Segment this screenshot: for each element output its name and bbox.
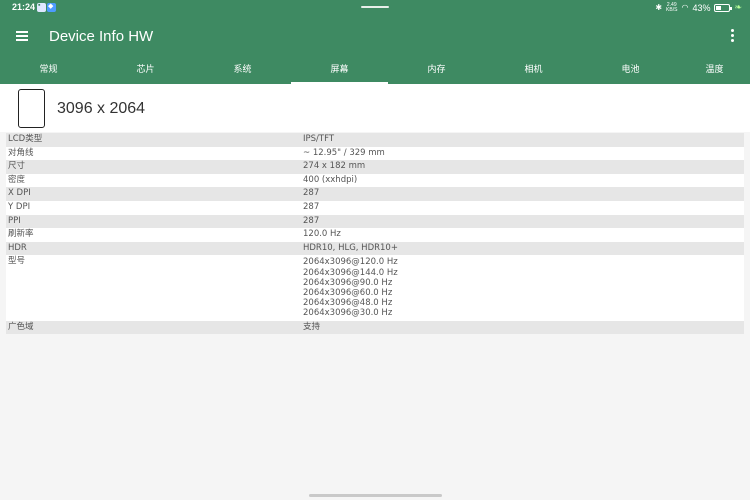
- table-row: HDR HDR10, HLG, HDR10+: [6, 241, 744, 256]
- row-label: 型号: [8, 256, 26, 267]
- table-row: 广色域 支持: [6, 320, 744, 335]
- display-mode: 2064x3096@144.0 Hz: [303, 267, 398, 278]
- battery-percent: 43%: [692, 2, 711, 13]
- gesture-navigation-handle[interactable]: [309, 494, 442, 497]
- row-value: IPS/TFT: [303, 134, 335, 144]
- display-mode: 2064x3096@48.0 Hz: [303, 298, 393, 309]
- row-label: 刷新率: [8, 229, 34, 240]
- tab-camera[interactable]: 相机: [485, 60, 582, 84]
- leaf-icon: ❧: [734, 2, 742, 12]
- row-label: 密度: [8, 174, 26, 185]
- tab-memory[interactable]: 内存: [388, 60, 485, 84]
- row-label: PPI: [8, 215, 21, 226]
- battery-icon: [714, 3, 733, 12]
- table-row: LCD类型 IPS/TFT: [6, 133, 744, 147]
- table-row: 对角线 ~ 12.95" / 329 mm: [6, 146, 744, 161]
- table-row: 型号 2064x3096@120.0 Hz 2064x3096@144.0 Hz…: [6, 255, 744, 321]
- tab-system[interactable]: 系统: [194, 60, 291, 84]
- table-row: PPI 287: [6, 214, 744, 229]
- app-notification-icon: ◆: [47, 3, 56, 12]
- table-row: Y DPI 287: [6, 200, 744, 215]
- row-value: 400 (xxhdpi): [303, 174, 358, 185]
- tab-bar: 常规 芯片 系统 屏幕 内存 相机 电池 温度: [0, 60, 750, 84]
- status-bar: 21:24 ▪ ◆ ✱ 2.49 KB/S ◠ 43% ❧: [0, 0, 750, 16]
- table-row: X DPI 287: [6, 187, 744, 201]
- status-icons: ✱ 2.49 KB/S ◠ 43% ❧: [655, 2, 742, 13]
- display-mode: 2064x3096@30.0 Hz: [303, 308, 393, 319]
- message-notification-icon: ▪: [37, 2, 46, 12]
- status-drag-handle[interactable]: [361, 6, 389, 8]
- bluetooth-icon: ✱: [655, 3, 663, 12]
- tablet-icon: [18, 89, 45, 128]
- wifi-icon: ◠: [681, 3, 689, 12]
- row-value: 120.0 Hz: [303, 229, 341, 240]
- row-value: 274 x 182 mm: [303, 161, 366, 172]
- tab-battery[interactable]: 电池: [582, 60, 679, 84]
- menu-icon[interactable]: [16, 31, 28, 41]
- more-options-icon[interactable]: [731, 29, 735, 43]
- tab-chip[interactable]: 芯片: [97, 60, 194, 84]
- table-row: 尺寸 274 x 182 mm: [6, 160, 744, 174]
- app-title: Device Info HW: [49, 28, 154, 45]
- row-value: 287: [303, 188, 320, 199]
- table-row: 密度 400 (xxhdpi): [6, 173, 744, 188]
- tab-temperature[interactable]: 温度: [679, 60, 750, 84]
- row-value: 支持: [303, 321, 321, 332]
- row-label: 广色域: [8, 321, 34, 332]
- screen-info-table: LCD类型 IPS/TFT 对角线 ~ 12.95" / 329 mm 尺寸 2…: [6, 133, 744, 335]
- network-speed: 2.49 KB/S: [666, 1, 678, 13]
- screen-header: 3096 x 2064: [0, 84, 750, 132]
- row-value: ~ 12.95" / 329 mm: [303, 147, 385, 158]
- screen-resolution: 3096 x 2064: [57, 100, 146, 117]
- display-mode: 2064x3096@90.0 Hz: [303, 277, 393, 288]
- tab-screen[interactable]: 屏幕: [291, 60, 388, 84]
- row-label: 尺寸: [8, 161, 26, 172]
- row-label: 对角线: [8, 147, 34, 158]
- table-row: 刷新率 120.0 Hz: [6, 228, 744, 242]
- row-label: HDR: [8, 242, 27, 253]
- row-label: LCD类型: [8, 134, 43, 144]
- tab-general[interactable]: 常规: [0, 60, 97, 84]
- row-value-list: 2064x3096@120.0 Hz 2064x3096@144.0 Hz 20…: [303, 255, 744, 320]
- row-label: X DPI: [8, 188, 31, 199]
- row-value: 287: [303, 215, 320, 226]
- app-bar: Device Info HW: [0, 16, 750, 60]
- display-mode: 2064x3096@60.0 Hz: [303, 287, 393, 298]
- row-value: HDR10, HLG, HDR10+: [303, 242, 398, 253]
- display-mode: 2064x3096@120.0 Hz: [303, 257, 398, 268]
- row-value: 287: [303, 201, 320, 212]
- row-label: Y DPI: [8, 201, 31, 212]
- status-time: 21:24: [12, 2, 36, 12]
